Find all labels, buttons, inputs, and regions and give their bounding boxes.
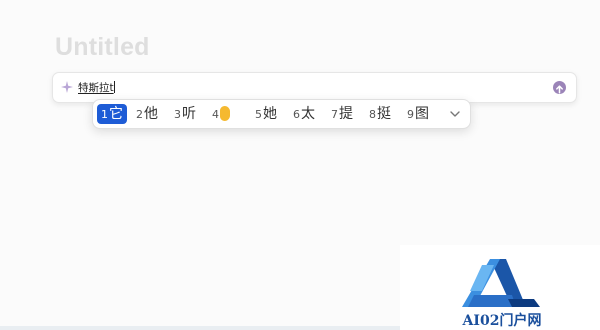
bottom-divider — [0, 326, 400, 330]
ime-candidate-6[interactable]: 6太 — [293, 104, 315, 124]
ime-candidate-panel: 1它 2他 3听 4 5她 6太 7提 8挺 9图 — [92, 99, 471, 129]
ai-prompt-input[interactable]: 特斯拉t — [78, 80, 115, 95]
candidate-text: 图 — [415, 106, 429, 122]
candidate-number: 5 — [255, 108, 262, 121]
ai-prompt-text: 特斯拉t — [78, 82, 114, 94]
candidate-number: 6 — [293, 108, 300, 121]
candidate-number: 7 — [331, 108, 338, 121]
ime-candidate-9[interactable]: 9图 — [407, 104, 429, 124]
candidate-number: 2 — [136, 108, 143, 121]
ime-candidate-2[interactable]: 2他 — [136, 104, 158, 124]
candidate-number: 8 — [369, 108, 376, 121]
candidate-text: 听 — [182, 106, 196, 122]
ai02-logo-icon — [462, 259, 540, 307]
candidate-text: 他 — [144, 106, 158, 122]
send-button[interactable] — [553, 81, 566, 94]
sparkle-icon — [61, 81, 73, 93]
ime-candidate-5[interactable]: 5她 — [255, 104, 277, 124]
ime-candidate-1[interactable]: 1它 — [97, 104, 127, 124]
candidate-text: 太 — [301, 106, 315, 122]
ime-candidate-8[interactable]: 8挺 — [369, 104, 391, 124]
candidate-text: 它 — [109, 106, 123, 122]
ime-candidate-7[interactable]: 7提 — [331, 104, 353, 124]
candidate-number: 4 — [212, 108, 219, 121]
watermark-text: AI02门户网 — [462, 313, 542, 329]
ime-candidate-4[interactable]: 4 — [212, 104, 230, 124]
candidate-text: 提 — [339, 106, 353, 122]
candidate-number: 1 — [101, 108, 108, 121]
arrow-up-circle-icon — [556, 85, 563, 94]
candidate-number: 9 — [407, 108, 414, 121]
candidate-text: 挺 — [377, 106, 391, 122]
text-caret — [113, 81, 115, 93]
editor-page: Untitled 特斯拉t 1它 2他 3听 4 5她 6太 7提 8挺 9图 — [0, 0, 600, 330]
candidate-text: 她 — [263, 106, 277, 122]
emoji-face-icon — [220, 106, 230, 121]
page-title[interactable]: Untitled — [55, 33, 150, 62]
ime-candidate-3[interactable]: 3听 — [174, 104, 196, 124]
chevron-down-icon[interactable] — [449, 108, 461, 120]
candidate-number: 3 — [174, 108, 181, 121]
